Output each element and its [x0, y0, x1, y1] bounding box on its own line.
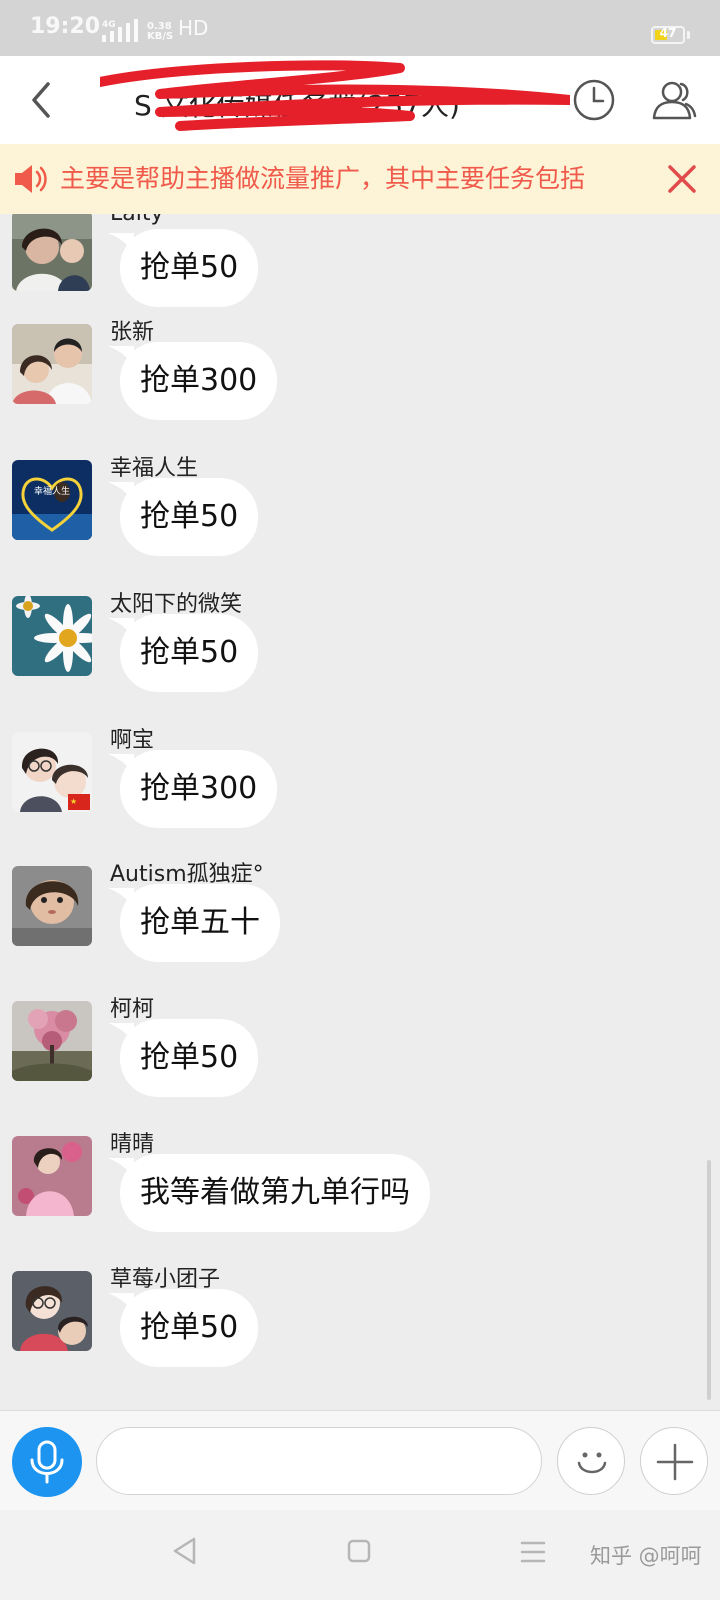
system-navigation-bar: 知乎 @呵呵 [0, 1510, 720, 1600]
avatar[interactable] [12, 596, 92, 676]
microphone-icon [30, 1440, 64, 1484]
chat-message-list[interactable]: Laity 抢单50 张新 抢单300 [0, 214, 720, 1410]
chat-message: 晴晴 我等着做第九单行吗 [0, 1132, 720, 1272]
message-bubble[interactable]: 抢单300 [120, 750, 278, 828]
avatar[interactable] [12, 1271, 92, 1351]
emoji-button[interactable] [557, 1427, 625, 1495]
message-bubble[interactable]: 抢单50 [120, 614, 259, 692]
network-speed: 0.38 KB/S [147, 22, 173, 42]
chat-message: 张新 抢单300 [0, 320, 720, 460]
message-bubble[interactable]: 抢单50 [120, 1289, 259, 1367]
nav-home-icon[interactable] [346, 1538, 372, 1564]
avatar[interactable] [12, 324, 92, 404]
message-bubble[interactable]: 我等着做第九单行吗 [120, 1154, 430, 1232]
group-announcement-banner[interactable]: 主要是帮助主播做流量推广，其中主要任务包括 [0, 144, 720, 214]
plus-icon [656, 1443, 694, 1481]
chat-message: Autism孤独症° 抢单五十 [0, 862, 720, 1002]
chat-message: ★ 啊宝 抢单300 [0, 728, 720, 868]
speed-unit: KB/S [147, 31, 174, 42]
avatar[interactable] [12, 1001, 92, 1081]
sender-name: 张新 [110, 320, 155, 345]
more-actions-button[interactable] [640, 1427, 708, 1495]
chat-message: 草莓小团子 抢单50 [0, 1267, 720, 1407]
chat-message: 幸福人生 幸福人生 抢单50 [0, 456, 720, 596]
sender-name: Laity [110, 214, 164, 226]
scrollbar[interactable] [707, 1160, 711, 1400]
message-input-bar [0, 1410, 720, 1511]
svg-text:★: ★ [70, 797, 77, 806]
message-input[interactable] [96, 1427, 542, 1495]
network-type: 4G [102, 20, 116, 30]
signal-icon: 4G [100, 18, 144, 48]
history-clock-icon[interactable] [570, 76, 618, 124]
battery-tip [687, 31, 690, 39]
speaker-icon [12, 162, 48, 196]
battery-level: 47 [659, 26, 677, 40]
group-members-icon[interactable] [650, 76, 698, 124]
voice-input-button[interactable] [12, 1427, 82, 1497]
sender-name: 晴晴 [110, 1132, 155, 1157]
close-icon[interactable] [666, 163, 698, 195]
nav-menu-icon[interactable] [520, 1540, 546, 1564]
watermark: 知乎 @呵呵 [590, 1544, 702, 1568]
avatar-text: 幸福人生 [34, 485, 70, 497]
status-time: 19:20 [30, 14, 101, 39]
avatar[interactable] [12, 1136, 92, 1216]
hd-indicator: HD [178, 16, 209, 40]
message-bubble[interactable]: 抢单50 [120, 229, 259, 307]
announcement-text: 主要是帮助主播做流量推广，其中主要任务包括 [60, 164, 586, 193]
smiley-icon [577, 1452, 607, 1474]
chat-message: 柯柯 抢单50 [0, 997, 720, 1137]
status-bar: 19:20 4G 0.38 KB/S HD 47 [0, 0, 720, 56]
message-bubble[interactable]: 抢单50 [120, 1019, 259, 1097]
chat-message: 太阳下的微笑 抢单50 [0, 592, 720, 732]
sender-name: 啊宝 [110, 728, 155, 753]
avatar[interactable]: ★ [12, 732, 92, 812]
sender-name: 柯柯 [110, 997, 155, 1022]
avatar[interactable] [12, 866, 92, 946]
avatar[interactable]: 幸福人生 [12, 460, 92, 540]
back-arrow-icon[interactable] [22, 78, 62, 122]
message-bubble[interactable]: 抢单300 [120, 342, 278, 420]
avatar[interactable] [12, 214, 92, 291]
message-bubble[interactable]: 抢单50 [120, 478, 259, 556]
redaction-scribble [100, 60, 570, 131]
nav-back-icon[interactable] [172, 1536, 198, 1566]
battery-icon: 47 [651, 26, 685, 44]
message-bubble[interactable]: 抢单五十 [120, 884, 280, 962]
